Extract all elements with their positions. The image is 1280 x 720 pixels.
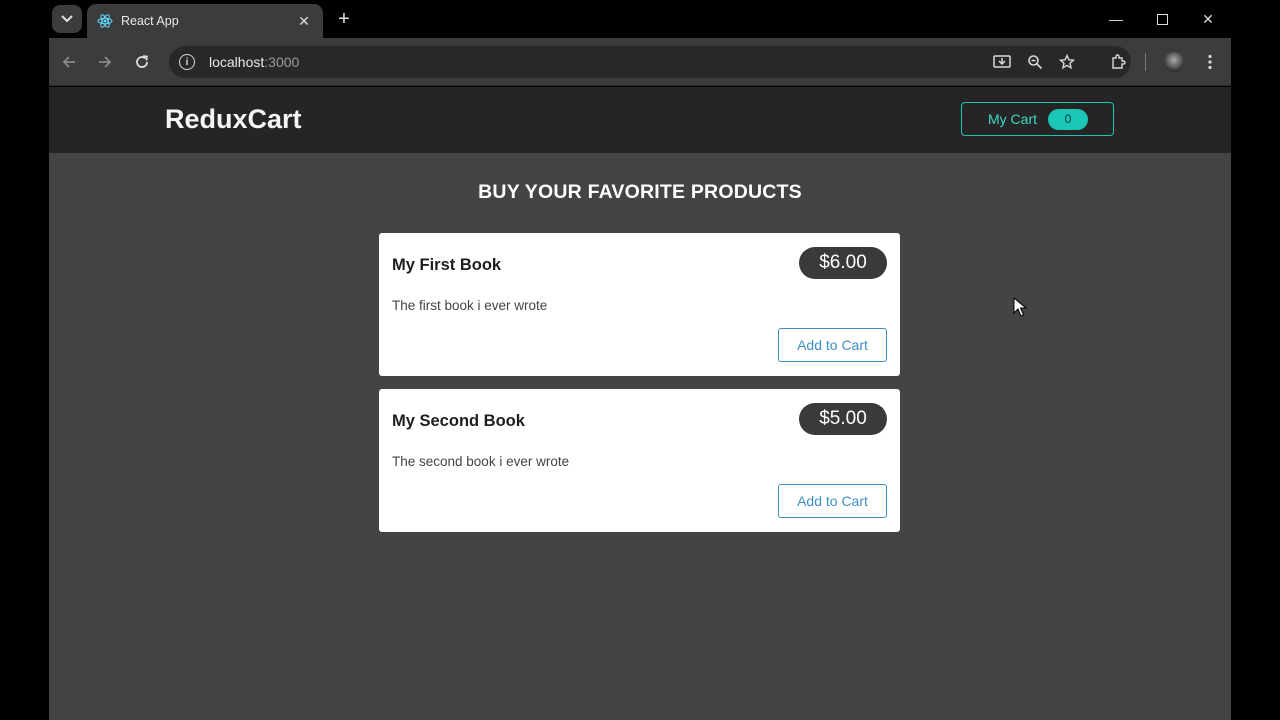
product-description: The second book i ever wrote <box>392 454 570 469</box>
tab-title: React App <box>121 14 179 28</box>
cart-label: My Cart <box>988 111 1037 127</box>
new-tab-icon[interactable]: + <box>333 8 355 30</box>
product-title: My Second Book <box>392 412 525 430</box>
product-price: $6.00 <box>799 247 887 279</box>
page-content: ReduxCart My Cart 0 BUY YOUR FAVORITE PR… <box>49 87 1231 720</box>
tab-search-icon[interactable] <box>52 5 82 33</box>
add-to-cart-button[interactable]: Add to Cart <box>778 328 887 362</box>
profile-avatar[interactable] <box>1164 52 1184 72</box>
extensions-icon[interactable] <box>1107 51 1129 73</box>
maximize-icon[interactable] <box>1151 8 1173 30</box>
toolbar-divider <box>1145 53 1146 71</box>
site-info-icon[interactable]: i <box>179 54 195 70</box>
url-host: localhost <box>209 54 265 70</box>
react-favicon <box>97 13 113 29</box>
back-icon[interactable] <box>58 51 80 73</box>
url-text: localhost:3000 <box>209 54 299 70</box>
forward-icon[interactable] <box>94 51 116 73</box>
address-bar[interactable]: i localhost:3000 <box>169 46 1131 78</box>
install-icon[interactable] <box>991 51 1013 73</box>
app-navbar: ReduxCart My Cart 0 <box>49 87 1231 153</box>
cart-count-badge: 0 <box>1048 108 1088 130</box>
product-title: My First Book <box>392 256 502 274</box>
url-port: :3000 <box>264 54 300 70</box>
page-heading: BUY YOUR FAVORITE PRODUCTS <box>478 181 802 203</box>
tab-react-app[interactable]: React App ✕ <box>87 4 323 38</box>
menu-kebab-icon[interactable] <box>1199 51 1221 73</box>
brand-logo[interactable]: ReduxCart <box>165 104 302 135</box>
product-price: $5.00 <box>799 403 887 435</box>
browser-toolbar: i localhost:3000 <box>49 38 1231 86</box>
close-icon[interactable]: ✕ <box>295 12 313 30</box>
product-card: My First Book $6.00 The first book i eve… <box>379 233 900 376</box>
zoom-icon[interactable] <box>1024 51 1046 73</box>
product-card: My Second Book $5.00 The second book i e… <box>379 389 900 532</box>
window-close-icon[interactable]: ✕ <box>1197 8 1219 30</box>
bookmark-star-icon[interactable] <box>1056 51 1078 73</box>
product-description: The first book i ever wrote <box>392 298 548 313</box>
my-cart-button[interactable]: My Cart 0 <box>961 102 1114 136</box>
minimize-icon[interactable]: — <box>1105 8 1127 30</box>
reload-icon[interactable] <box>131 51 153 73</box>
add-to-cart-button[interactable]: Add to Cart <box>778 484 887 518</box>
